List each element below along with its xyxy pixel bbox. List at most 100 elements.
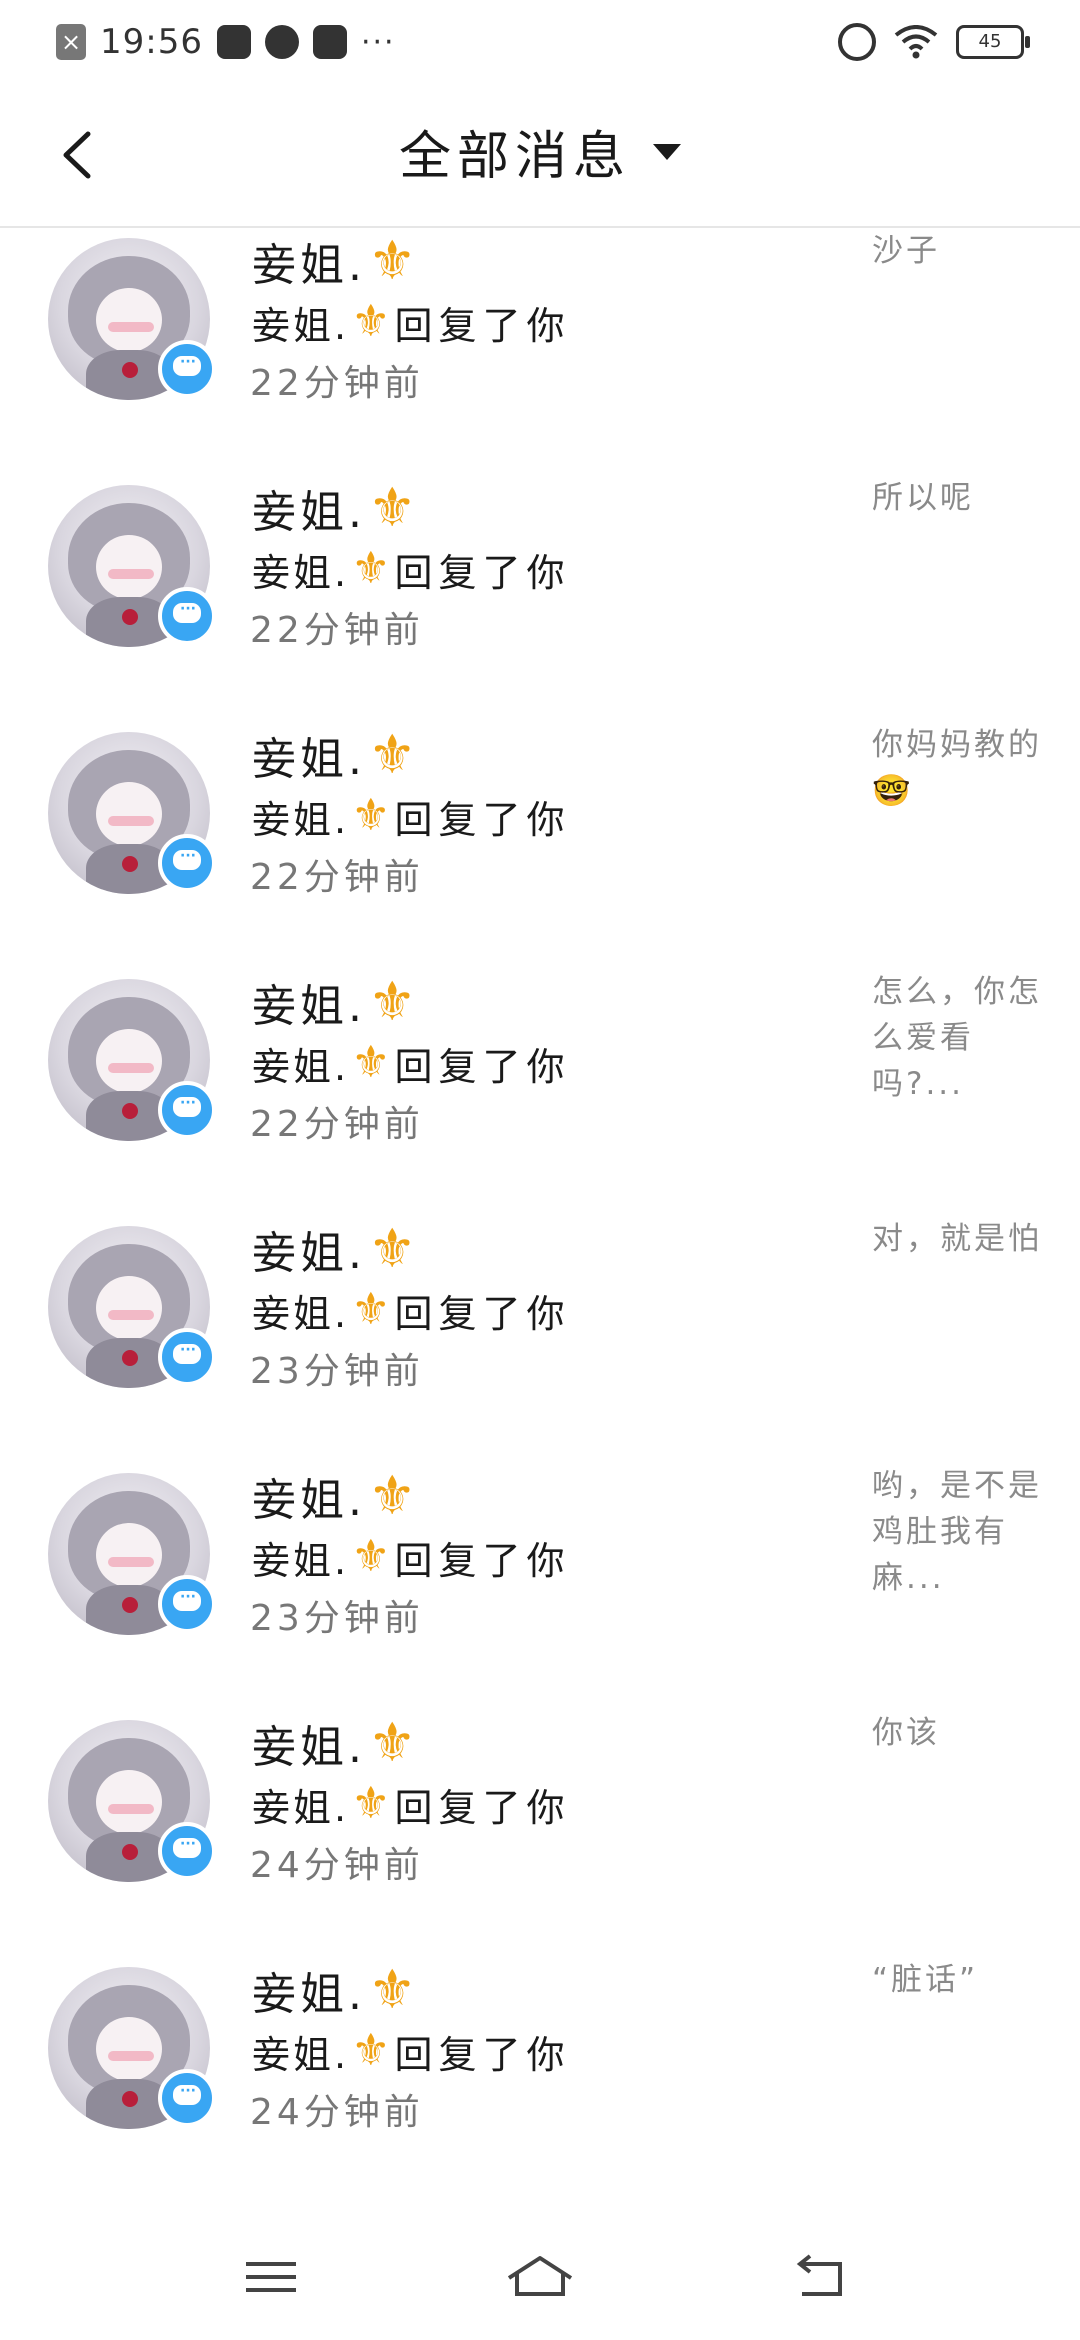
avatar-face	[96, 1276, 162, 1340]
back-arrow-icon	[796, 2254, 842, 2296]
reply-sender-name: 妾姐.	[252, 1538, 350, 1583]
reply-action: 回复了你	[394, 1044, 571, 1089]
avatar-face	[96, 782, 162, 846]
fleur-de-lis-icon: ⚜	[368, 476, 417, 539]
reply-sender-name: 妾姐.	[252, 1785, 350, 1830]
reply-sender-name: 妾姐.	[252, 797, 350, 842]
sender-name: 妾姐.	[252, 1722, 366, 1773]
fleur-de-lis-icon: ⚜	[351, 790, 391, 841]
reply-action: 回复了你	[394, 303, 571, 348]
fleur-de-lis-icon: ⚜	[351, 1531, 391, 1582]
avatar-blush	[108, 322, 154, 332]
sender-name-line[interactable]: 妾姐. ⚜	[252, 1710, 416, 1776]
reply-line: 妾姐. ⚜ 回复了你	[252, 788, 571, 844]
back-nav-button[interactable]	[776, 2242, 866, 2312]
sender-name-line[interactable]: 妾姐. ⚜	[252, 1463, 416, 1529]
more-dots-icon: ···	[360, 24, 396, 60]
status-time: 19:56	[100, 22, 203, 62]
reply-sender-name: 妾姐.	[252, 303, 350, 348]
avatar-rose	[122, 362, 138, 378]
avatar-face	[96, 535, 162, 599]
message-snippet[interactable]: 你该	[872, 1710, 1042, 1756]
home-button[interactable]	[495, 2242, 585, 2312]
avatar-face	[96, 1029, 162, 1093]
fleur-de-lis-icon: ⚜	[351, 543, 391, 594]
message-row[interactable]: 妾姐.⚜妾姐.⚜回复了你24分钟前你该	[0, 1710, 1080, 1957]
play-icon	[312, 25, 347, 59]
avatar-blush	[108, 1557, 154, 1567]
reply-line: 妾姐. ⚜ 回复了你	[252, 1776, 571, 1832]
fleur-de-lis-icon: ⚜	[368, 723, 417, 786]
timestamp: 23分钟前	[250, 1351, 424, 1392]
reply-action: 回复了你	[394, 1291, 571, 1336]
comment-badge-icon	[158, 2069, 216, 2127]
timestamp: 22分钟前	[250, 610, 424, 651]
sender-name: 妾姐.	[252, 734, 366, 785]
avatar-blush	[108, 2051, 154, 2061]
sender-name: 妾姐.	[252, 240, 366, 291]
sender-name-line[interactable]: 妾姐. ⚜	[252, 228, 416, 294]
message-list[interactable]: 妾姐.⚜妾姐.⚜回复了你22分钟前沙子妾姐.⚜妾姐.⚜回复了你22分钟前所以呢妾…	[0, 228, 1080, 2208]
status-bar-right: 45	[838, 18, 1030, 66]
menu-button[interactable]	[226, 2242, 316, 2312]
timestamp: 22分钟前	[250, 857, 424, 898]
avatar-rose	[122, 609, 138, 625]
fleur-de-lis-icon: ⚜	[351, 2025, 391, 2076]
message-row[interactable]: 妾姐.⚜妾姐.⚜回复了你22分钟前所以呢	[0, 475, 1080, 722]
sender-name-line[interactable]: 妾姐. ⚜	[252, 722, 416, 788]
message-snippet[interactable]: 哟，是不是鸡肚我有麻...	[872, 1463, 1042, 1601]
sender-name-line[interactable]: 妾姐. ⚜	[252, 969, 416, 1035]
navigation-bar	[0, 2212, 1080, 2340]
home-icon	[507, 2256, 573, 2296]
sender-name: 妾姐.	[252, 1969, 366, 2020]
fleur-de-lis-icon: ⚜	[351, 1778, 391, 1829]
avatar-face	[96, 1523, 162, 1587]
avatar-rose	[122, 856, 138, 872]
message-row[interactable]: 妾姐.⚜妾姐.⚜回复了你22分钟前你妈妈教的🤓	[0, 722, 1080, 969]
message-snippet[interactable]: 怎么，你怎么爱看吗?...	[872, 969, 1042, 1107]
avatar-blush	[108, 1063, 154, 1073]
reply-line: 妾姐. ⚜ 回复了你	[252, 294, 571, 350]
message-row[interactable]: 妾姐.⚜妾姐.⚜回复了你 22分钟前 沙子	[0, 228, 1080, 475]
reply-sender-name: 妾姐.	[252, 1044, 350, 1089]
avatar-face	[96, 2017, 162, 2081]
sender-name-line[interactable]: 妾姐. ⚜	[252, 1216, 416, 1282]
message-snippet[interactable]: “脏话”	[872, 1957, 1042, 2003]
battery-icon: 45	[956, 25, 1030, 59]
sender-name: 妾姐.	[252, 487, 366, 538]
avatar-blush	[108, 569, 154, 579]
message-snippet[interactable]: 你妈妈教的🤓	[872, 722, 1042, 814]
message-row[interactable]: 妾姐.⚜妾姐.⚜回复了你22分钟前怎么，你怎么爱看吗?...	[0, 969, 1080, 1216]
reply-action: 回复了你	[394, 1785, 571, 1830]
timestamp: 24分钟前	[250, 2092, 424, 2133]
sender-name-line[interactable]: 妾姐. ⚜	[252, 475, 416, 541]
sender-name: 妾姐.	[252, 981, 366, 1032]
fleur-de-lis-icon: ⚜	[351, 1037, 391, 1088]
reply-sender-name: 妾姐.	[252, 2032, 350, 2077]
sender-name-line[interactable]: 妾姐. ⚜	[252, 1957, 416, 2023]
reply-sender-name: 妾姐.	[252, 1291, 350, 1336]
reply-line: 妾姐. ⚜ 回复了你	[252, 541, 571, 597]
fleur-de-lis-icon: ⚜	[351, 1284, 391, 1335]
avatar-face	[96, 288, 162, 352]
sender-name: 妾姐.	[252, 1228, 366, 1279]
avatar-rose	[122, 1350, 138, 1366]
avatar-blush	[108, 1804, 154, 1814]
title-dropdown[interactable]: 全部消息	[0, 114, 1080, 189]
avatar-blush	[108, 1310, 154, 1320]
message-snippet[interactable]: 所以呢	[872, 475, 1042, 521]
comment-badge-icon	[158, 1328, 216, 1386]
timestamp: 22分钟前	[250, 363, 424, 404]
close-notification-icon: ×	[56, 24, 86, 60]
avatar-face	[96, 1770, 162, 1834]
sender-name: 妾姐.	[252, 1475, 366, 1526]
message-row[interactable]: 妾姐.⚜妾姐.⚜回复了你23分钟前哟，是不是鸡肚我有麻...	[0, 1463, 1080, 1710]
message-row[interactable]: 妾姐.⚜妾姐.⚜回复了你24分钟前“脏话”	[0, 1957, 1080, 2204]
page-title: 全部消息	[398, 127, 631, 187]
comment-badge-icon	[158, 1575, 216, 1633]
reply-sender-name: 妾姐.	[252, 550, 350, 595]
message-row[interactable]: 妾姐.⚜妾姐.⚜回复了你23分钟前对，就是怕	[0, 1216, 1080, 1463]
message-snippet[interactable]: 对，就是怕	[872, 1216, 1042, 1262]
message-snippet[interactable]: 沙子	[872, 228, 1042, 274]
reply-action: 回复了你	[394, 550, 571, 595]
